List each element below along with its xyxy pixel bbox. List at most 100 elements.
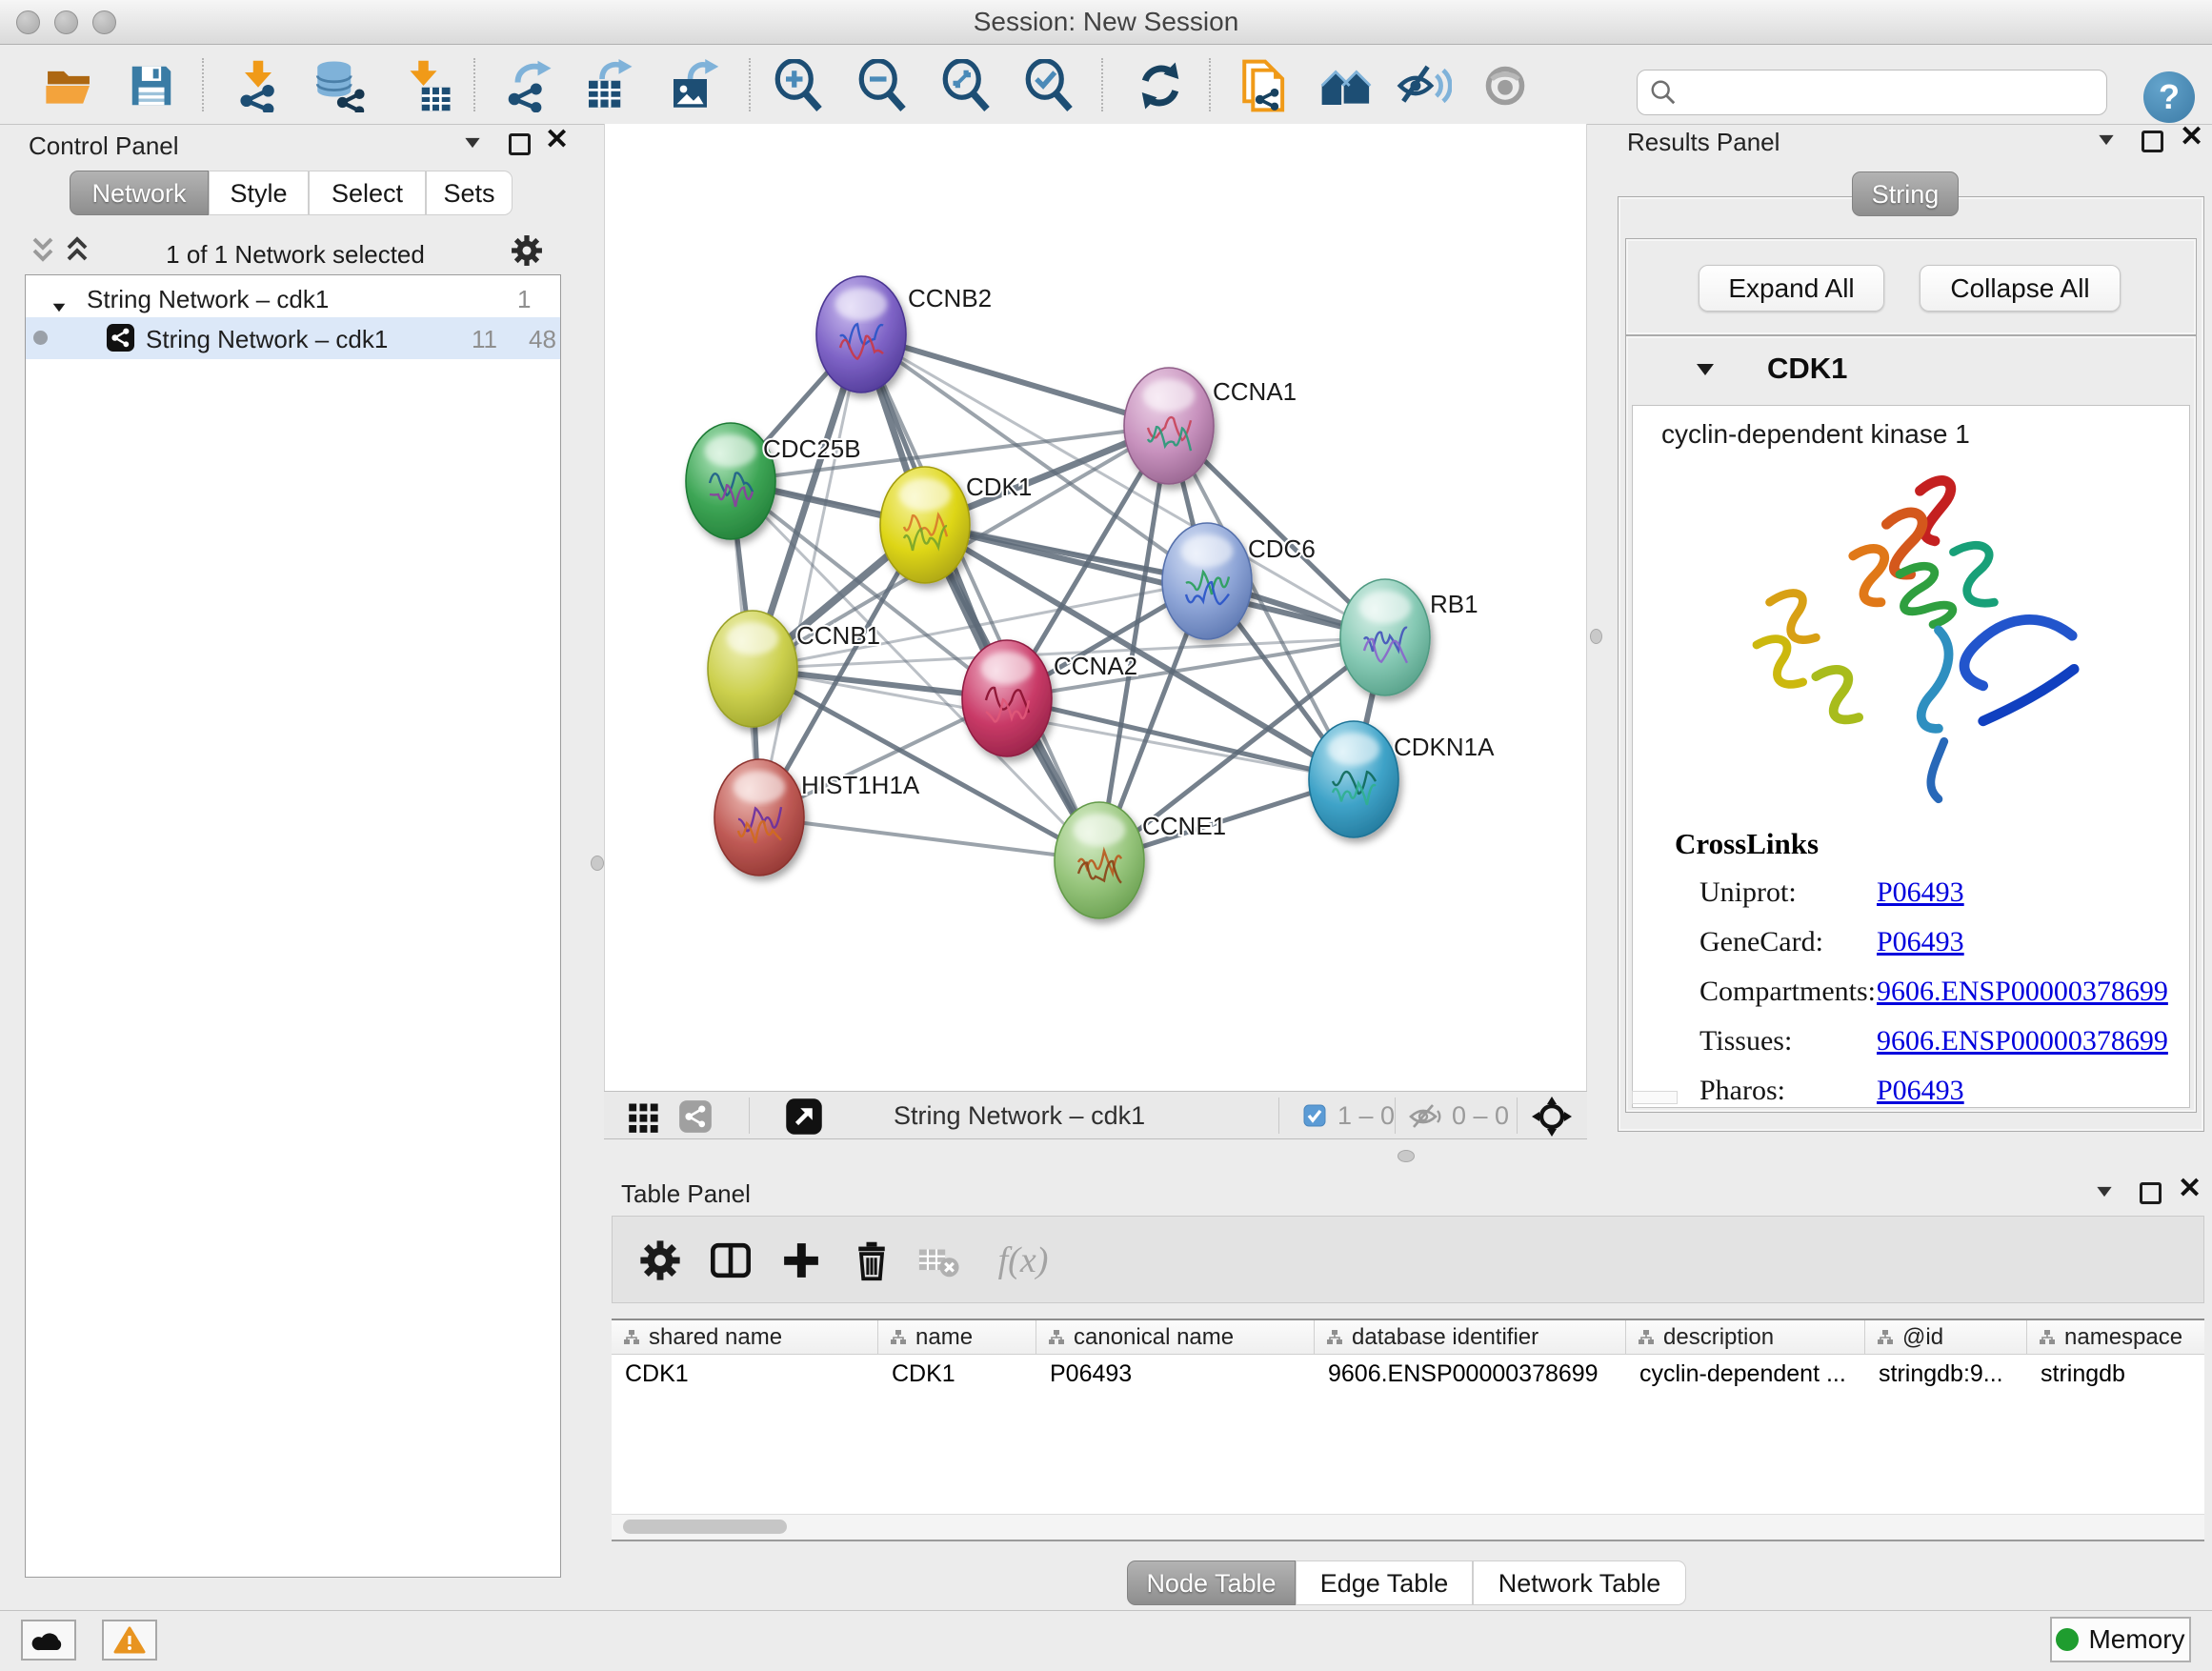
network-row-selected[interactable]: String Network – cdk1 11 48	[26, 317, 560, 359]
tab-network[interactable]: Network	[70, 171, 209, 215]
crosslink-link[interactable]: P06493	[1877, 1075, 1964, 1107]
delete-table-button[interactable]	[912, 1234, 965, 1287]
scrollbar-thumb[interactable]	[623, 1520, 787, 1534]
string-import-button[interactable]	[1237, 58, 1293, 113]
network-node-cdk1[interactable]: CDK1	[880, 467, 1032, 583]
cell-canonical-name: P06493	[1036, 1355, 1315, 1393]
open-session-button[interactable]	[41, 58, 96, 113]
collection-expand-arrow[interactable]	[50, 291, 68, 320]
table-panel-close-button[interactable]: ✕	[2178, 1178, 2202, 1202]
table-row[interactable]: CDK1 CDK1 P06493 9606.ENSP00000378699 cy…	[612, 1355, 2204, 1393]
export-image-button[interactable]	[666, 58, 721, 113]
network-edge[interactable]	[759, 817, 1099, 860]
selected-node-edge-count: 1 – 0	[1337, 1092, 1395, 1139]
bottom-splitter-handle[interactable]	[1398, 1150, 1415, 1162]
crosslink-link[interactable]: 9606.ENSP00000378699	[1877, 1025, 2168, 1057]
network-share-button[interactable]	[678, 1099, 713, 1138]
string-network-graph[interactable]: CCNB2CCNA1CDC25BCDK1CDC6RB1CCNB1CCNA2CDK…	[605, 124, 1586, 1089]
left-splitter-handle[interactable]	[591, 856, 604, 871]
help-button[interactable]: ?	[2143, 71, 2195, 123]
control-panel-float-button[interactable]	[509, 133, 531, 160]
network-node-cdc6[interactable]: CDC6	[1162, 523, 1316, 639]
results-panel-menu-button[interactable]	[2098, 133, 2115, 151]
crosslink-link[interactable]: P06493	[1877, 876, 1964, 909]
checkbox-checked-icon	[1303, 1104, 1326, 1127]
network-edge[interactable]	[861, 334, 1169, 426]
zoom-fit-button[interactable]	[939, 58, 995, 113]
network-node-ccnb1[interactable]: CCNB1	[708, 611, 880, 727]
function-builder-button[interactable]: f(x)	[980, 1234, 1066, 1287]
import-table-button[interactable]	[399, 58, 454, 113]
column-header[interactable]: shared name	[612, 1320, 878, 1355]
table-options-button[interactable]	[633, 1234, 687, 1287]
table-panel-float-button[interactable]	[2140, 1182, 2162, 1209]
column-header[interactable]: name	[878, 1320, 1036, 1355]
network-edge[interactable]	[759, 334, 861, 817]
open-in-window-button[interactable]	[785, 1097, 823, 1140]
column-header[interactable]: canonical name	[1036, 1320, 1315, 1355]
control-panel-menu-button[interactable]	[464, 136, 481, 153]
table-horizontal-scrollbar[interactable]	[612, 1514, 2204, 1540]
network-options-gear-button[interactable]	[511, 234, 543, 272]
expand-all-button[interactable]: Expand All	[1699, 265, 1884, 312]
collapse-all-button[interactable]: Collapse All	[1920, 265, 2121, 312]
delete-table-icon	[916, 1238, 960, 1282]
import-network-database-button[interactable]	[312, 58, 367, 113]
tab-network-table[interactable]: Network Table	[1473, 1560, 1686, 1605]
crosslink-link[interactable]: P06493	[1877, 926, 1964, 958]
network-node-rb1[interactable]: RB1	[1340, 579, 1478, 695]
import-network-file-button[interactable]	[231, 58, 286, 113]
hide-glass-string-button[interactable]	[1397, 58, 1452, 113]
show-view-button[interactable]	[1478, 58, 1533, 113]
expand-all-networks-button[interactable]	[63, 236, 91, 270]
network-node-ccna2[interactable]: CCNA2	[962, 640, 1137, 756]
export-table-button[interactable]	[581, 58, 636, 113]
tab-select[interactable]: Select	[309, 171, 426, 215]
fit-content-button[interactable]	[1532, 1097, 1572, 1141]
results-horizontal-scrollbar[interactable]	[1632, 1091, 1678, 1104]
string-home-button[interactable]	[1318, 58, 1374, 113]
network-collection-row[interactable]: String Network – cdk1 1	[26, 279, 560, 317]
network-node-hist1h1a[interactable]: HIST1H1A	[714, 759, 920, 876]
create-column-button[interactable]	[774, 1234, 828, 1287]
delete-column-button[interactable]	[845, 1234, 898, 1287]
protein-card: CDK1 cyclin-dependent kinase 1	[1625, 335, 2197, 1113]
export-network-button[interactable]	[500, 58, 555, 113]
column-header[interactable]: @id	[1865, 1320, 2027, 1355]
protein-card-collapse-arrow[interactable]	[1697, 363, 1714, 380]
grid-icon	[627, 1099, 661, 1134]
show-columns-button[interactable]	[704, 1234, 757, 1287]
column-header[interactable]: namespace	[2027, 1320, 2204, 1355]
tab-sets[interactable]: Sets	[426, 171, 513, 215]
tab-edge-table[interactable]: Edge Table	[1296, 1560, 1473, 1605]
column-header[interactable]: database identifier	[1315, 1320, 1626, 1355]
column-header[interactable]: description	[1626, 1320, 1865, 1355]
zoom-selected-button[interactable]	[1022, 58, 1077, 113]
network-node-cdc25b[interactable]: CDC25B	[686, 423, 861, 539]
warnings-button[interactable]	[102, 1620, 157, 1661]
search-input[interactable]	[1685, 77, 2106, 109]
selected-checkbox[interactable]	[1303, 1104, 1326, 1132]
save-session-button[interactable]	[124, 58, 179, 113]
network-canvas[interactable]: CCNB2CCNA1CDC25BCDK1CDC6RB1CCNB1CCNA2CDK…	[604, 124, 1587, 1091]
network-node-cdkn1a[interactable]: CDKN1A	[1309, 721, 1495, 837]
memory-button[interactable]: Memory	[2050, 1617, 2191, 1662]
tab-style[interactable]: Style	[209, 171, 309, 215]
crosslink-link[interactable]: 9606.ENSP00000378699	[1877, 976, 2168, 1008]
zoom-out-button[interactable]	[855, 58, 911, 113]
tab-node-table[interactable]: Node Table	[1127, 1560, 1296, 1605]
cloud-status-button[interactable]	[21, 1620, 76, 1661]
zoom-in-button[interactable]	[772, 58, 827, 113]
results-panel-float-button[interactable]	[2142, 131, 2163, 157]
results-panel-close-button[interactable]: ✕	[2180, 127, 2203, 151]
birds-eye-view-button[interactable]	[627, 1099, 661, 1138]
network-node-ccnb2[interactable]: CCNB2	[816, 276, 992, 393]
right-splitter-handle[interactable]	[1590, 629, 1602, 644]
network-node-ccne1[interactable]: CCNE1	[1055, 802, 1226, 918]
application-window: Session: New Session	[0, 0, 2212, 1671]
table-panel-menu-button[interactable]	[2096, 1185, 2113, 1202]
collapse-all-networks-button[interactable]	[29, 236, 57, 270]
tab-string[interactable]: String	[1852, 171, 1959, 216]
refresh-view-button[interactable]	[1133, 58, 1188, 113]
control-panel-close-button[interactable]: ✕	[545, 130, 569, 153]
